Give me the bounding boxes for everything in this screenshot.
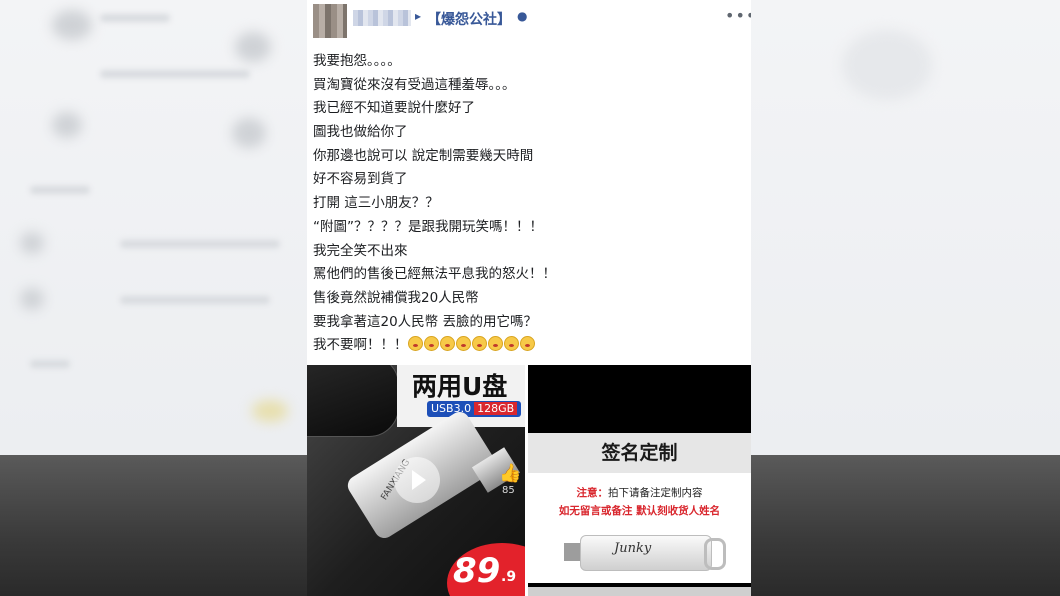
blurred-avatar [20,232,44,254]
blurred-emoji [252,400,288,422]
author-avatar-pixelated[interactable] [313,4,347,38]
signature-engraving: Junky [614,541,652,556]
blurred-avatar [52,112,82,138]
blurred-text [30,186,90,194]
play-icon[interactable] [394,457,440,503]
thumbs-up-icon[interactable]: 👍 [499,463,521,484]
blurred-avatar [235,32,271,62]
footer-strip [528,587,751,596]
post-line: 售後竟然說補償我20人民幣 [313,289,479,306]
signature-photo[interactable]: 签名定制 注意：拍下请备注定制内容 如无留言或备注 默认刻收货人姓名 Junky [528,365,751,596]
post-line: 打開 這三小朋友？？ [313,195,439,212]
note-default: 如无留言或备注 默认刻收货人姓名 [558,505,721,517]
blurred-text [120,240,280,248]
angry-face-emoji-icon [471,336,487,352]
blurred-avatar [20,288,44,310]
note-label: 注意： [576,487,609,499]
author-name-pixelated[interactable] [353,10,411,26]
post-line: 我完全笑不出來 [313,242,408,259]
post-line: 我已經不知道要說什麼好了 [313,100,475,117]
phone-image [307,365,399,437]
like-count: 85 [502,485,515,496]
post-line: “附圖”？？？？是跟我開玩笑嗎！！！ [313,218,543,235]
usb-ring-image [704,538,726,570]
post-line: 買淘寶從來沒有受過這種羞辱。。。 [313,76,516,93]
note-text: 注意：拍下请备注定制内容 [528,485,751,500]
blurred-text [100,70,250,78]
last-line-text: 我不要啊！！！ [313,337,408,354]
blurred-text [100,14,170,22]
post-line-last: 我不要啊！！！ [313,334,743,358]
post-line: 好不容易到貨了 [313,171,408,188]
post-line: 罵他們的售後已經無法平息我的怒火！！ [313,266,556,283]
post-line: 圖我也做給你了 [313,124,408,141]
angry-face-emoji-icon [487,336,503,352]
spec-badge: USB3.0 128GB [427,401,522,417]
emoji-row [407,336,536,353]
post-line: 你那邊也說可以 說定制需要幾天時間 [313,147,534,164]
angry-face-emoji-icon [503,336,519,352]
angry-face-emoji-icon [423,336,439,352]
spec-capacity: 128GB [474,402,518,415]
post-header: ▸ 【爆怨公社】 ● ••• [307,0,751,42]
arrow-right-icon: ▸ [415,9,422,23]
group-name-link[interactable]: 【爆怨公社】 [427,9,511,29]
more-options-icon[interactable]: ••• [725,6,751,25]
angry-face-emoji-icon [407,336,423,352]
globe-icon: ● [517,9,528,23]
blurred-text [120,296,270,304]
angry-face-emoji-icon [439,336,455,352]
price-decimal: .9 [501,569,517,585]
blurred-shape [842,30,932,100]
product-title: 两用U盘 [412,372,508,401]
product-photo-video[interactable]: 两用U盘 USB3.0128GB FANXIANG 👍 85 89 .9 [307,365,525,596]
post-line: 我要抱怨。。。。 [313,53,401,69]
blurred-avatar [52,10,92,40]
post-line: 要我拿著這20人民幣 丟臉的用它嗎？ [313,313,537,330]
angry-face-emoji-icon [455,336,471,352]
sign-title: 签名定制 [601,442,678,464]
blurred-avatar [232,118,266,148]
blurred-text [30,360,70,368]
post-text: 我要抱怨。。。。 買淘寶從來沒有受過這種羞辱。。。 我已經不知道要說什麼好了 圖… [313,50,743,358]
facebook-post: ▸ 【爆怨公社】 ● ••• 我要抱怨。。。。 買淘寶從來沒有受過這種羞辱。。。… [307,0,751,596]
note-body: 拍下请备注定制内容 [608,487,703,499]
angry-face-emoji-icon [519,336,535,352]
price: 89 [453,551,501,591]
